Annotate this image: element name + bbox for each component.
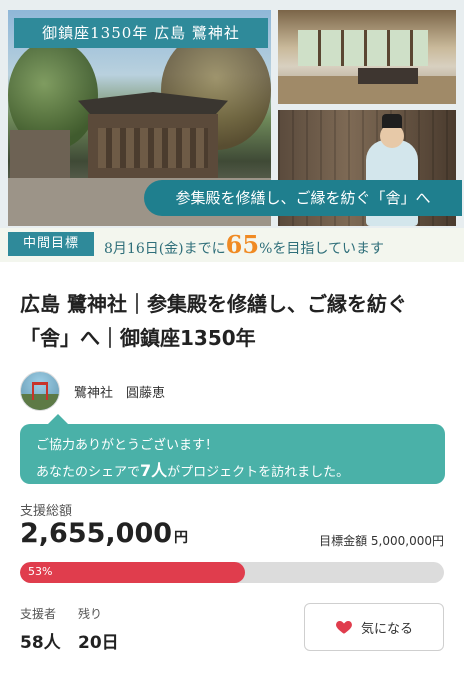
goal-prefix: 8月16日(金)までに	[104, 241, 226, 257]
favorite-label: 気になる	[360, 621, 413, 637]
heart-icon	[336, 621, 352, 634]
project-owner[interactable]: 鷺神社 圓藤恵	[20, 371, 165, 411]
funding-progress-bar: 53%	[20, 562, 444, 583]
share-suffix: がプロジェクトを訪れました。	[167, 465, 350, 480]
goal-text: 8月16日(金)までに65%を目指しています	[104, 230, 464, 260]
goal-strip: 中間目標 8月16日(金)までに65%を目指しています	[0, 228, 464, 262]
hero-banner: 御鎮座1350年 広島 鷺神社 参集殿を修繕し、ご縁を紡ぐ「舎」へ 中間目標 8…	[0, 0, 464, 262]
remaining-value: 20日	[78, 633, 119, 653]
goal-tag: 中間目標	[8, 232, 94, 256]
avatar[interactable]	[20, 371, 60, 411]
remaining-stat: 残り 20日	[78, 605, 119, 653]
torii-icon	[32, 382, 48, 400]
share-thanks: ご協力ありがとうございます！	[36, 438, 219, 453]
share-prefix: あなたのシェアで	[36, 465, 141, 480]
hero-title: 御鎮座1350年 広島 鷺神社	[14, 18, 268, 48]
table-shape	[358, 68, 418, 84]
owner-name[interactable]: 鷺神社 圓藤恵	[74, 382, 165, 401]
funding-amount: 2,655,000 円	[20, 518, 188, 549]
supporters-value: 58人	[20, 633, 61, 653]
supporters-label: 支援者	[20, 607, 57, 621]
favorite-button[interactable]: 気になる	[304, 603, 444, 651]
shrine-building	[88, 114, 218, 182]
target-value: 5,000,000円	[370, 534, 444, 548]
window-shape	[298, 30, 428, 66]
progress-percent: 53%	[28, 565, 53, 578]
share-count: 7人	[140, 461, 168, 480]
funding-unit: 円	[174, 530, 189, 546]
target-amount: 目標金額 5,000,000円	[319, 532, 444, 549]
share-visitors: あなたのシェアで7人がプロジェクトを訪れました。	[36, 457, 349, 481]
funding-label: 支援総額	[20, 504, 73, 519]
interior-photo	[278, 10, 456, 104]
supporters-stat: 支援者 58人	[20, 605, 61, 653]
progress-fill	[20, 562, 245, 583]
goal-percent: 65	[225, 230, 260, 259]
funding-amount-value: 2,655,000	[20, 518, 173, 549]
priest-hat	[382, 114, 402, 128]
share-message-bubble: ご協力ありがとうございます！ あなたのシェアで7人がプロジェクトを訪れました。	[20, 414, 445, 484]
target-label: 目標金額	[319, 534, 368, 548]
remaining-label: 残り	[78, 607, 103, 621]
project-title: 広島 鷺神社｜参集殿を修繕し、ご縁を紡ぐ「舎」へ｜御鎮座1350年	[20, 292, 407, 350]
goal-suffix: %を目指しています	[259, 241, 384, 257]
hero-slogan: 参集殿を修繕し、ご縁を紡ぐ「舎」へ	[144, 180, 462, 216]
